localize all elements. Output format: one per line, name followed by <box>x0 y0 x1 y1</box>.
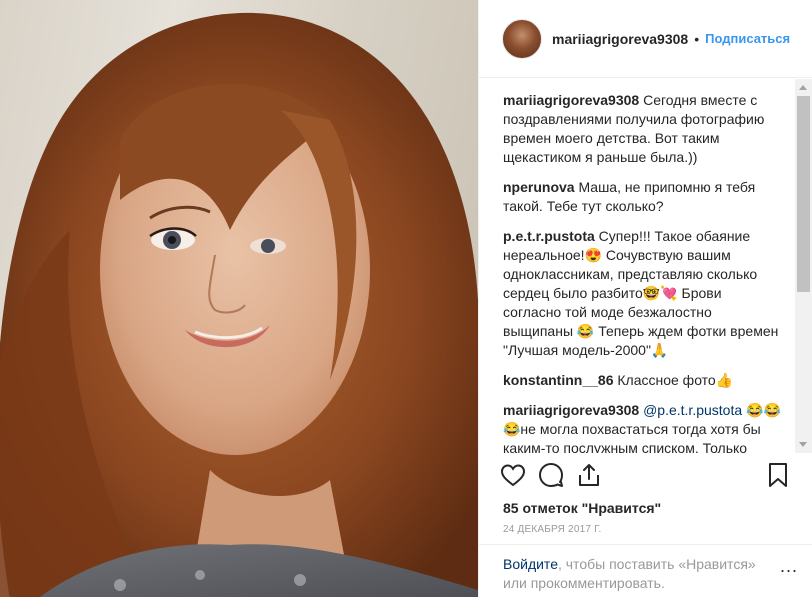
comment-item: p.e.t.r.pustota Супер!!! Такое обаяние н… <box>503 227 783 360</box>
comment-author[interactable]: nperunova <box>503 179 575 195</box>
comment-text: Супер!!! Такое обаяние нереальное!😍 Сочу… <box>503 228 779 358</box>
post-header: mariiagrigoreva9308 • Подписаться <box>479 0 812 78</box>
post-date: 24 ДЕКАБРЯ 2017 Г. <box>503 524 602 535</box>
comment-author[interactable]: p.e.t.r.pustota <box>503 228 595 244</box>
comment-item: konstantinn__86 Классное фото👍 <box>503 371 783 390</box>
avatar[interactable] <box>502 18 542 59</box>
separator-dot: • <box>694 30 700 47</box>
username-link[interactable]: mariiagrigoreva9308 <box>552 31 688 47</box>
comment-item: mariiagrigoreva9308 @p.e.t.r.pustota 😂😂😂… <box>503 401 783 453</box>
scrollbar-thumb[interactable] <box>797 96 810 292</box>
comment-text: Классное фото👍 <box>613 372 734 388</box>
scroll-up-arrow-icon[interactable] <box>799 85 807 90</box>
login-prompt: Войдите, чтобы поставить «Нравится» или … <box>479 544 812 597</box>
comment-icon[interactable] <box>537 461 565 489</box>
bookmark-icon[interactable] <box>764 461 792 489</box>
login-link[interactable]: Войдите <box>503 556 558 572</box>
post-actions <box>479 455 812 495</box>
comment-item: nperunova Маша, не припомню я тебя такой… <box>503 178 783 216</box>
heart-icon[interactable] <box>499 461 527 489</box>
share-icon[interactable] <box>575 461 603 489</box>
follow-button[interactable]: Подписаться <box>705 31 790 46</box>
comments-scrollbar[interactable] <box>795 79 812 453</box>
comment-item: mariiagrigoreva9308 Сегодня вместе с поз… <box>503 91 783 167</box>
more-options-button[interactable]: ... <box>780 556 798 577</box>
comment-author[interactable]: konstantinn__86 <box>503 372 613 388</box>
post-photo <box>0 0 478 597</box>
instagram-post: mariiagrigoreva9308 • Подписаться mariia… <box>0 0 812 597</box>
likes-count[interactable]: 85 отметок "Нравится" <box>503 500 661 516</box>
scroll-down-arrow-icon[interactable] <box>799 442 807 447</box>
portrait-image <box>0 12 478 597</box>
comment-author[interactable]: mariiagrigoreva9308 <box>503 92 639 108</box>
comments-list[interactable]: mariiagrigoreva9308 Сегодня вместе с поз… <box>479 79 812 453</box>
comment-mention-link[interactable]: @p.e.t.r.pustota <box>643 402 742 418</box>
comment-author[interactable]: mariiagrigoreva9308 <box>503 402 639 418</box>
post-side-panel: mariiagrigoreva9308 • Подписаться mariia… <box>478 0 812 597</box>
